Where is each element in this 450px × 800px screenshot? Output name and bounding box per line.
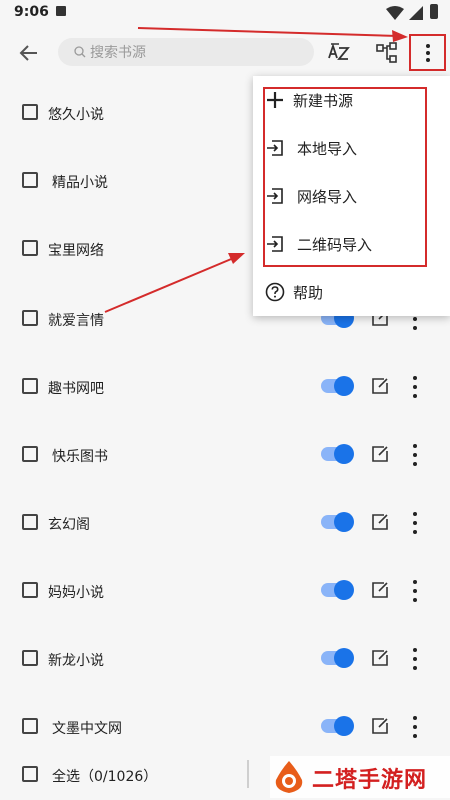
source-name: 就爱言情 (48, 313, 104, 329)
status-time: 9:06 (14, 4, 49, 20)
sort-button[interactable] (324, 38, 354, 68)
more-vert-icon[interactable] (408, 444, 422, 466)
source-name: 新龙小说 (48, 653, 104, 669)
row-checkbox[interactable] (22, 446, 38, 462)
search-input[interactable]: 搜索书源 (58, 38, 314, 66)
divider (247, 760, 249, 788)
arrow-left-icon (19, 45, 37, 61)
more-options-button[interactable] (409, 34, 446, 71)
annotation-highlight (263, 87, 427, 267)
top-app-bar: 搜索书源 (0, 26, 450, 82)
row-checkbox[interactable] (22, 514, 38, 530)
watermark-logo-icon (275, 761, 303, 793)
search-placeholder: 搜索书源 (90, 45, 146, 61)
help-icon (265, 282, 285, 302)
row-checkbox[interactable] (22, 582, 38, 598)
wifi-icon (386, 6, 404, 20)
list-item[interactable]: 快乐图书 (0, 422, 450, 490)
edit-icon[interactable] (370, 580, 390, 600)
enable-toggle[interactable] (321, 716, 354, 736)
source-name: 快乐图书 (52, 449, 108, 465)
row-checkbox[interactable] (22, 718, 38, 734)
row-checkbox[interactable] (22, 240, 38, 256)
battery-icon (430, 4, 438, 19)
row-checkbox[interactable] (22, 310, 38, 326)
group-icon (376, 42, 397, 63)
enable-toggle[interactable] (321, 648, 354, 668)
signal-icon (409, 6, 423, 20)
source-name: 精品小说 (52, 175, 108, 191)
menu-item-help[interactable]: 帮助 (253, 270, 450, 314)
back-button[interactable] (14, 38, 44, 68)
select-all-label[interactable]: 全选（0/1026） (52, 766, 157, 786)
list-item[interactable]: 玄幻阁 (0, 490, 450, 558)
source-name: 宝里网络 (48, 243, 104, 259)
sort-az-icon (328, 43, 350, 60)
edit-icon[interactable] (370, 716, 390, 736)
edit-icon[interactable] (370, 444, 390, 464)
source-name: 玄幻阁 (48, 517, 90, 533)
edit-icon[interactable] (370, 648, 390, 668)
more-vert-icon[interactable] (408, 716, 422, 738)
edit-icon[interactable] (370, 512, 390, 532)
more-vert-icon (425, 43, 431, 62)
select-all-checkbox[interactable] (22, 766, 38, 782)
status-bar: 9:06 (0, 0, 450, 26)
list-item[interactable]: 新龙小说 (0, 626, 450, 694)
enable-toggle[interactable] (321, 580, 354, 600)
more-vert-icon[interactable] (408, 580, 422, 602)
edit-icon[interactable] (370, 376, 390, 396)
watermark-text: 二塔手游网 (312, 768, 428, 793)
menu-item-label: 帮助 (293, 284, 324, 302)
enable-toggle[interactable] (321, 444, 354, 464)
more-vert-icon[interactable] (408, 512, 422, 534)
watermark: 二塔手游网 (270, 756, 450, 798)
enable-toggle[interactable] (321, 512, 354, 532)
row-checkbox[interactable] (22, 172, 38, 188)
source-name: 妈妈小说 (48, 585, 104, 601)
list-item[interactable]: 妈妈小说 (0, 558, 450, 626)
source-name: 文墨中文网 (52, 721, 122, 737)
more-vert-icon[interactable] (408, 648, 422, 670)
row-checkbox[interactable] (22, 104, 38, 120)
search-icon (74, 46, 86, 58)
source-name: 悠久小说 (48, 107, 104, 123)
source-name: 趣书网吧 (48, 381, 104, 397)
enable-toggle[interactable] (321, 376, 354, 396)
group-button[interactable] (372, 38, 402, 68)
more-vert-icon[interactable] (408, 376, 422, 398)
row-checkbox[interactable] (22, 650, 38, 666)
list-item[interactable]: 趣书网吧 (0, 354, 450, 422)
notification-icon (56, 6, 66, 16)
row-checkbox[interactable] (22, 378, 38, 394)
